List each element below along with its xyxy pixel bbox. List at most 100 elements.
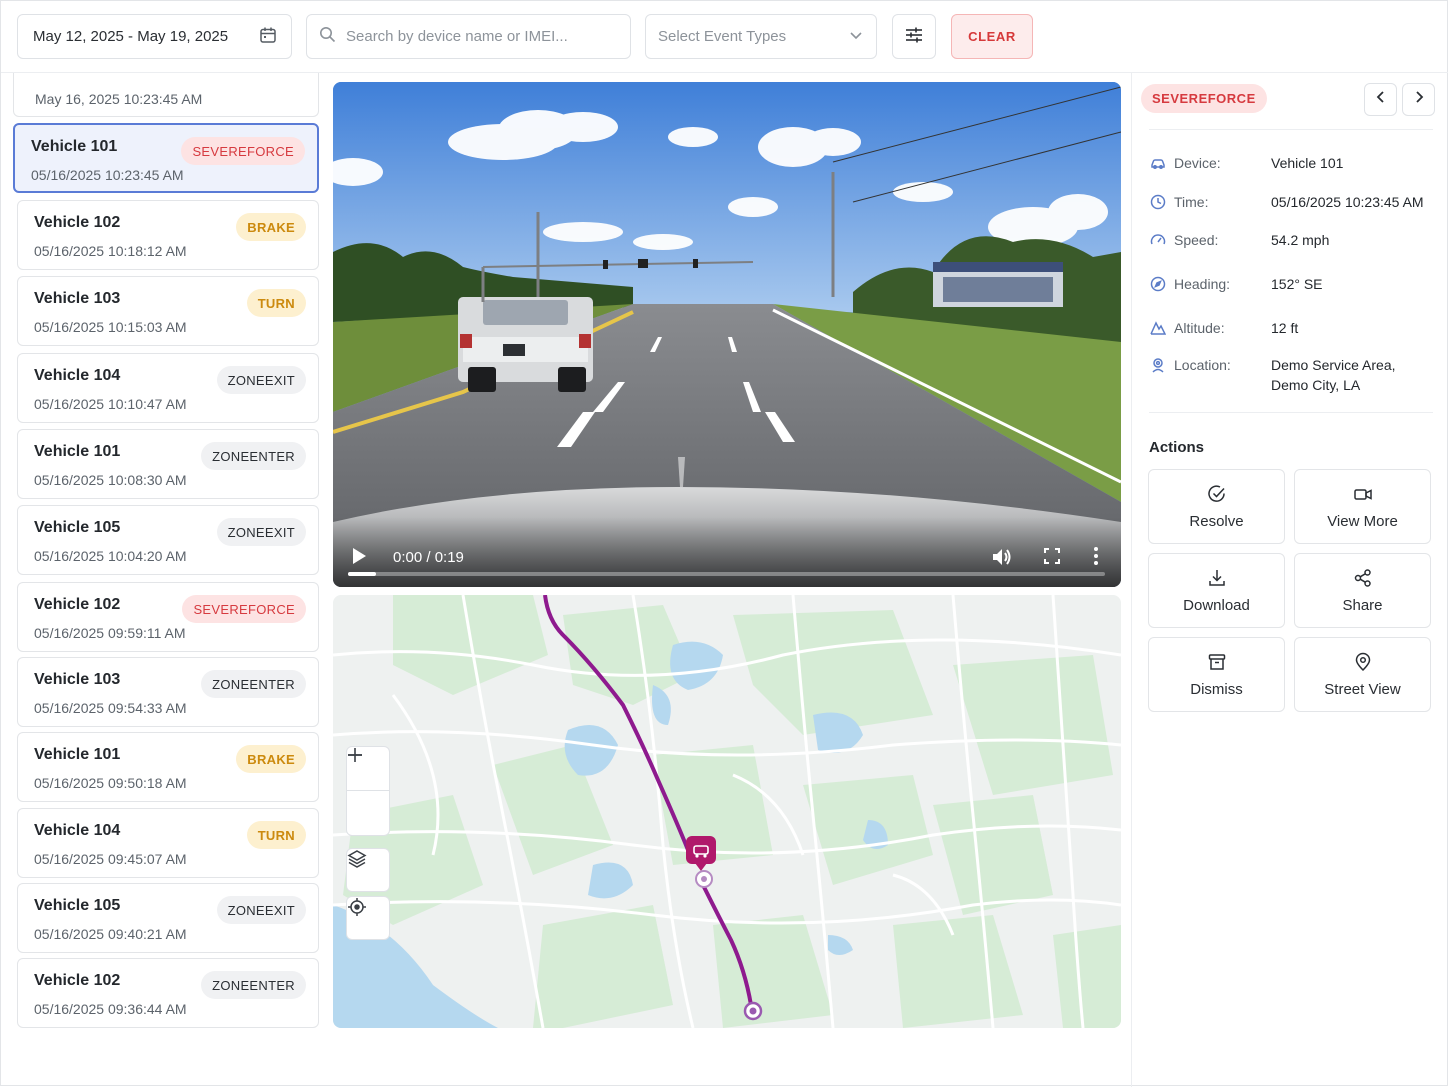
event-type-badge: BRAKE [236, 745, 306, 773]
event-type-badge: ZONEEXIT [216, 366, 306, 394]
event-type-select[interactable]: Select Event Types [645, 14, 877, 59]
fullscreen-icon[interactable] [1043, 547, 1061, 570]
dashcam-video-frame [333, 82, 1121, 587]
event-vehicle-name: Vehicle 103 [34, 671, 121, 688]
event-timestamp: 05/16/2025 10:18:12 AM [34, 243, 187, 259]
chevron-down-icon [848, 27, 864, 47]
event-type-badge: TURN [246, 821, 306, 849]
share-icon [1354, 568, 1371, 587]
video-player[interactable]: 0:00 / 0:19 [333, 82, 1121, 587]
date-range-picker[interactable]: May 12, 2025 - May 19, 2025 [17, 14, 292, 59]
event-card[interactable]: Vehicle 104 05/16/2025 10:10:47 AM ZONEEXI… [17, 353, 319, 423]
event-type-badge: ZONEENTER [201, 670, 306, 698]
chevron-left-icon [1374, 90, 1388, 109]
event-vehicle-name: Vehicle 104 [34, 822, 121, 839]
event-card[interactable]: Vehicle 102 05/16/2025 10:18:12 AM BRAKE [17, 200, 319, 270]
event-vehicle-name: Vehicle 101 [34, 746, 121, 763]
play-icon[interactable] [351, 547, 373, 569]
search-box[interactable] [306, 14, 631, 59]
location-line-1: Demo Service Area, [1271, 357, 1396, 373]
event-marker-icon [686, 836, 716, 871]
event-vehicle-name: Vehicle 102 [34, 596, 121, 613]
divider [1149, 129, 1433, 130]
speed-value: 54.2 mph [1271, 232, 1330, 248]
event-type-badge: SEVEREFORCE [1141, 84, 1267, 113]
event-type-badge: ZONEEXIT [216, 896, 306, 924]
event-type-badge: SEVEREFORCE [181, 137, 305, 165]
zoom-out-button[interactable] [346, 754, 390, 835]
video-controls: 0:00 / 0:19 [333, 517, 1121, 587]
filter-settings-button[interactable] [892, 14, 936, 59]
event-list[interactable]: May 16, 2025 10:23:45 AM Vehicle 101 05/1… [1, 73, 331, 1087]
event-vehicle-name: Vehicle 102 [34, 972, 121, 989]
event-timestamp: 05/16/2025 09:36:44 AM [34, 1001, 187, 1017]
event-timestamp: 05/16/2025 09:54:33 AM [34, 700, 187, 716]
check-circle-icon [1207, 484, 1225, 502]
event-card[interactable]: Vehicle 103 05/16/2025 09:54:33 AM ZONEENT… [17, 657, 319, 727]
event-vehicle-name: Vehicle 102 [34, 214, 121, 231]
divider [1149, 412, 1433, 413]
event-type-placeholder: Select Event Types [658, 28, 787, 45]
share-button[interactable]: Share [1294, 553, 1431, 628]
clear-button[interactable]: CLEAR [951, 14, 1033, 59]
next-event-button[interactable] [1402, 83, 1435, 116]
event-type-badge: ZONEENTER [201, 442, 306, 470]
event-type-badge: SEVEREFORCE [182, 595, 306, 623]
event-type-badge: BRAKE [236, 213, 306, 241]
sliders-icon [904, 25, 924, 49]
event-type-badge: ZONEEXIT [216, 518, 306, 546]
location-line-2: Demo City, LA [1271, 377, 1361, 393]
zoom-controls [346, 746, 390, 836]
download-button[interactable]: Download [1148, 553, 1285, 628]
previous-event-button[interactable] [1364, 83, 1397, 116]
gauge-icon [1150, 232, 1166, 248]
mountain-icon [1150, 320, 1167, 336]
car-icon [1150, 155, 1166, 171]
date-range-value: May 12, 2025 - May 19, 2025 [33, 28, 229, 45]
search-input[interactable] [346, 28, 616, 45]
device-value: Vehicle 101 [1271, 155, 1344, 171]
event-card[interactable]: Vehicle 105 05/16/2025 09:40:21 AM ZONEEXI… [17, 883, 319, 953]
event-card[interactable]: Vehicle 101 05/16/2025 09:50:18 AM BRAKE [17, 732, 319, 802]
event-card[interactable]: Vehicle 104 05/16/2025 09:45:07 AM TURN [17, 808, 319, 878]
altitude-value: 12 ft [1271, 320, 1299, 336]
event-card[interactable]: Vehicle 105 05/16/2025 10:04:20 AM ZONEEXI… [17, 505, 319, 575]
event-timestamp: 05/16/2025 09:40:21 AM [34, 926, 187, 942]
view-more-button[interactable]: View More [1294, 469, 1431, 544]
event-vehicle-name: Vehicle 104 [34, 367, 121, 384]
more-options-icon[interactable] [1093, 546, 1099, 571]
event-vehicle-name: Vehicle 101 [34, 443, 121, 460]
event-timestamp: 05/16/2025 10:08:30 AM [34, 472, 187, 488]
actions-title: Actions [1149, 439, 1205, 456]
video-camera-icon [1353, 488, 1372, 500]
event-vehicle-name: Vehicle 105 [34, 897, 121, 914]
event-timestamp: 05/16/2025 10:10:47 AM [34, 396, 187, 412]
map-pin-icon [1355, 652, 1370, 671]
event-vehicle-name: Vehicle 103 [34, 290, 121, 307]
list-header-timestamp: May 16, 2025 10:23:45 AM [13, 73, 319, 117]
event-timestamp: 05/16/2025 09:59:11 AM [34, 625, 186, 641]
event-card[interactable]: Vehicle 101 05/16/2025 10:23:45 AM SEVEREF… [13, 123, 319, 193]
heading-value: 152° SE [1271, 276, 1323, 292]
event-card[interactable]: Vehicle 102 05/16/2025 09:36:44 AM ZONEENT… [17, 958, 319, 1028]
search-icon [319, 26, 336, 47]
event-card[interactable]: Vehicle 103 05/16/2025 10:15:03 AM TURN [17, 276, 319, 346]
event-details-panel: SEVEREFORCE Device: Vehicle 101 Time: 05… [1131, 73, 1448, 1087]
locate-button[interactable] [346, 896, 390, 940]
compass-icon [1150, 276, 1166, 292]
dismiss-button[interactable]: Dismiss [1148, 637, 1285, 712]
volume-icon[interactable] [991, 546, 1013, 573]
event-card[interactable]: Vehicle 101 05/16/2025 10:08:30 AM ZONEENT… [17, 429, 319, 499]
app-frame: May 12, 2025 - May 19, 2025 Select Event… [0, 0, 1448, 1087]
resolve-button[interactable]: Resolve [1148, 469, 1285, 544]
event-card[interactable]: Vehicle 102 05/16/2025 09:59:11 AM SEVEREF… [17, 582, 319, 652]
route-map[interactable] [333, 595, 1121, 1028]
event-type-badge: ZONEENTER [201, 971, 306, 999]
event-type-badge: TURN [246, 289, 306, 317]
time-value: 05/16/2025 10:23:45 AM [1271, 194, 1424, 210]
location-icon [1150, 357, 1166, 373]
event-timestamp: 05/16/2025 09:50:18 AM [34, 775, 187, 791]
layers-button[interactable] [346, 848, 390, 892]
street-view-button[interactable]: Street View [1294, 637, 1431, 712]
video-progress-bar[interactable] [348, 572, 1105, 576]
